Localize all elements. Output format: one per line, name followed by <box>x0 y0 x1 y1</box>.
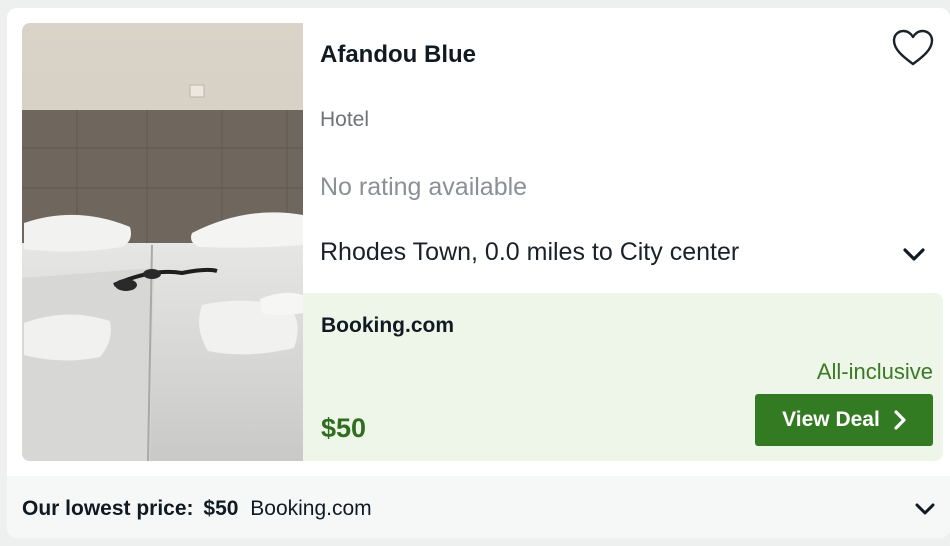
board-type: All-inclusive <box>816 359 933 384</box>
deal-price: $50 <box>321 413 367 443</box>
hotel-name[interactable]: Afandou Blue <box>320 41 476 69</box>
location-expand-button[interactable] <box>899 240 929 270</box>
lowest-price-label: Our lowest price: <box>22 497 194 520</box>
deal-provider: Booking.com <box>321 314 455 337</box>
hotel-type: Hotel <box>320 108 370 131</box>
heart-outline-icon <box>892 29 934 66</box>
lowest-price-value: $50 <box>203 497 239 520</box>
chevron-down-icon <box>903 248 925 261</box>
hotel-card-top: Afandou Blue Hotel No rating available R… <box>7 8 950 476</box>
hotel-info: Afandou Blue Hotel No rating available R… <box>303 23 943 293</box>
lowest-price-provider: Booking.com <box>250 497 372 520</box>
hotel-room-image <box>22 23 303 461</box>
view-deal-label: View Deal <box>782 408 880 431</box>
deal-panel: Booking.com All-inclusive $50 View Deal <box>303 293 943 461</box>
lowest-price-expand-button[interactable] <box>910 494 940 524</box>
lowest-price-bar[interactable]: Our lowest price: $50 Booking.com <box>7 478 950 538</box>
chevron-down-icon <box>915 503 935 515</box>
lowest-price-summary: Our lowest price: $50 Booking.com <box>22 497 372 521</box>
view-deal-button[interactable]: View Deal <box>755 394 933 446</box>
hotel-location: Rhodes Town, 0.0 miles to City center <box>320 238 740 266</box>
hotel-result-card: Afandou Blue Hotel No rating available R… <box>7 8 950 538</box>
favorite-button[interactable] <box>891 28 935 68</box>
hotel-photo[interactable] <box>22 23 303 461</box>
chevron-right-icon <box>894 410 906 430</box>
rating-text: No rating available <box>320 173 528 201</box>
